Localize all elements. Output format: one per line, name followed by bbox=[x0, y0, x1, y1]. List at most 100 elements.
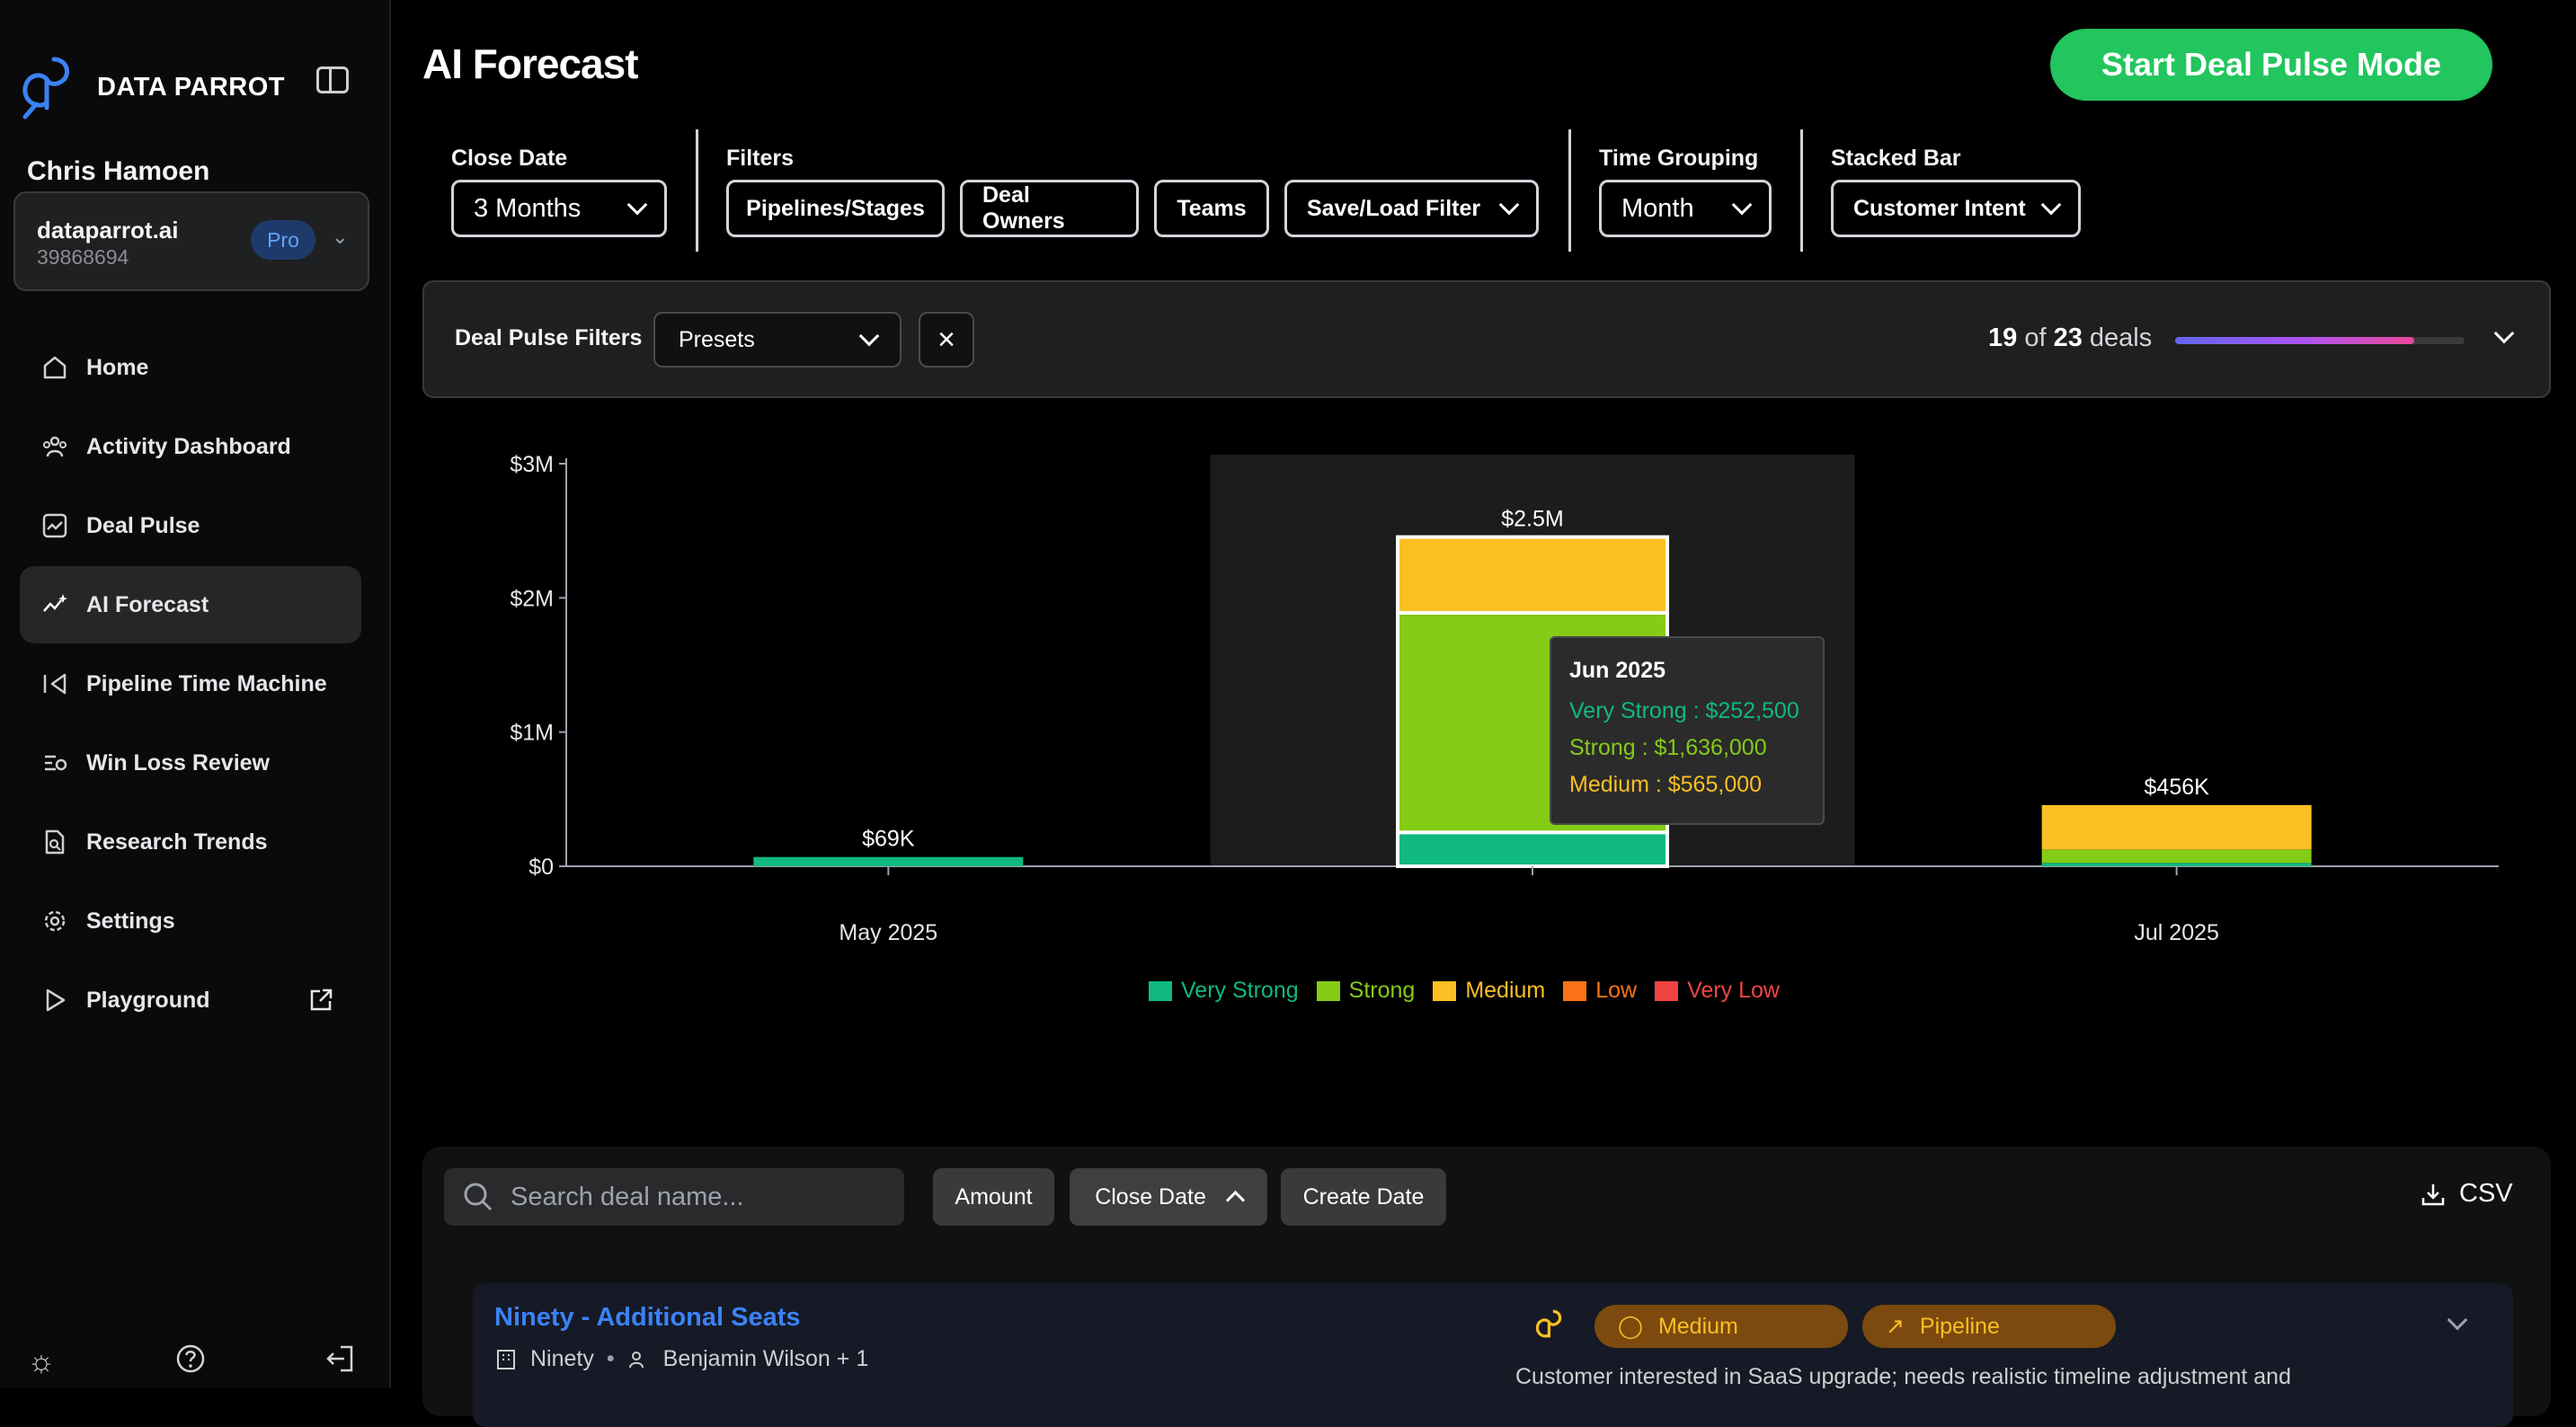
legend-item-very-low[interactable]: Very Low bbox=[1655, 978, 1780, 1004]
start-deal-pulse-button[interactable]: Start Deal Pulse Mode bbox=[2050, 29, 2492, 101]
bar-total-label: $2.5M bbox=[1501, 507, 1563, 532]
deal-count-shown: 19 bbox=[1988, 324, 2018, 352]
chevron-down-icon bbox=[858, 325, 880, 347]
search-input[interactable] bbox=[509, 1181, 890, 1213]
chevron-down-icon bbox=[2493, 323, 2515, 344]
deal-search[interactable] bbox=[444, 1168, 904, 1226]
home-icon bbox=[40, 352, 70, 383]
chart-tooltip: Jun 2025 Very Strong : $252,500 Strong :… bbox=[1550, 636, 1825, 825]
sidebar-item-label: Deal Pulse bbox=[86, 512, 200, 538]
sidebar-item-pipeline-time-machine[interactable]: Pipeline Time Machine bbox=[20, 645, 361, 722]
deal-pulse-filters-label: Deal Pulse Filters bbox=[455, 325, 643, 350]
help-icon[interactable] bbox=[173, 1343, 209, 1379]
presets-select[interactable]: Presets bbox=[653, 312, 902, 368]
plan-badge: Pro bbox=[251, 220, 315, 260]
sort-create-date-button[interactable]: Create Date bbox=[1281, 1168, 1446, 1226]
play-icon bbox=[40, 985, 70, 1015]
legend-item-medium[interactable]: Medium bbox=[1433, 978, 1545, 1004]
sun-icon[interactable]: ☼ bbox=[23, 1343, 59, 1379]
legend-item-very-strong[interactable]: Very Strong bbox=[1149, 978, 1299, 1004]
page-title: AI Forecast bbox=[422, 40, 639, 87]
deal-owners-button[interactable]: Deal Owners bbox=[960, 180, 1139, 237]
tooltip-title: Jun 2025 bbox=[1569, 658, 1666, 683]
sparkle-chart-icon bbox=[40, 589, 70, 620]
time-grouping-value: Month bbox=[1621, 193, 1694, 223]
csv-export-button[interactable]: CSV bbox=[2420, 1179, 2513, 1209]
sidebar-item-home[interactable]: Home bbox=[20, 329, 361, 406]
close-date-select[interactable]: 3 Months bbox=[451, 180, 667, 237]
org-id: 39868694 bbox=[37, 245, 129, 269]
expand-filters-button[interactable] bbox=[2493, 323, 2515, 345]
sidebar-item-playground[interactable]: Playground bbox=[20, 962, 361, 1039]
org-switcher[interactable]: dataparrot.ai 39868694 Pro ⌄ bbox=[13, 191, 369, 291]
brand-logo[interactable]: DATA PARROT bbox=[18, 54, 285, 120]
stage-badge[interactable]: ↗ Pipeline bbox=[1862, 1305, 2116, 1348]
legend-swatch bbox=[1433, 980, 1457, 1001]
deal-meta: Ninety • Benjamin Wilson + 1 bbox=[494, 1346, 868, 1372]
legend-label: Very Strong bbox=[1181, 978, 1299, 1003]
expand-deal-button[interactable] bbox=[2447, 1309, 2468, 1332]
sidebar-item-settings[interactable]: Settings bbox=[20, 882, 361, 960]
tooltip-row-medium: Medium : $565,000 bbox=[1569, 772, 1763, 797]
legend-swatch bbox=[1655, 980, 1679, 1001]
clear-filters-button[interactable]: × bbox=[919, 312, 974, 368]
close-date-value: 3 Months bbox=[474, 193, 582, 223]
legend-item-low[interactable]: Low bbox=[1563, 978, 1637, 1004]
legend-label: Low bbox=[1595, 978, 1638, 1003]
logout-icon[interactable] bbox=[322, 1343, 358, 1379]
deal-count: 19 of 23 deals bbox=[1988, 324, 2152, 353]
rewind-icon bbox=[40, 669, 70, 699]
divider bbox=[1800, 129, 1803, 252]
y-tick-label: $0 bbox=[529, 855, 554, 880]
stacked-bar-label: Stacked Bar bbox=[1831, 146, 1961, 171]
deal-card[interactable]: Ninety - Additional Seats Ninety • Benja… bbox=[473, 1283, 2513, 1427]
sidebar-item-label: Settings bbox=[86, 908, 175, 934]
sort-close-date-button[interactable]: Close Date bbox=[1070, 1168, 1267, 1226]
sidebar-item-deal-pulse[interactable]: Deal Pulse bbox=[20, 487, 361, 564]
sidebar-item-ai-forecast[interactable]: AI Forecast bbox=[20, 566, 361, 643]
gear-icon bbox=[40, 906, 70, 936]
building-icon bbox=[497, 1349, 515, 1369]
deal-summary: Customer interested in SaaS upgrade; nee… bbox=[1515, 1364, 2291, 1389]
tooltip-row-very-strong: Very Strong : $252,500 bbox=[1569, 698, 1799, 723]
tooltip-row-strong: Strong : $1,636,000 bbox=[1569, 735, 1767, 760]
sidebar-collapse-icon[interactable] bbox=[316, 66, 349, 93]
bar-total-label: $456K bbox=[2145, 775, 2210, 800]
deal-title-link[interactable]: Ninety - Additional Seats bbox=[494, 1303, 801, 1333]
y-tick-label: $1M bbox=[510, 721, 554, 746]
chevron-down-icon: ⌄ bbox=[332, 226, 349, 248]
sidebar-item-win-loss-review[interactable]: Win Loss Review bbox=[20, 724, 361, 802]
trend-up-icon: ↗ bbox=[1886, 1314, 1905, 1339]
deal-progress-bar bbox=[2175, 337, 2465, 344]
separator-dot: • bbox=[606, 1346, 615, 1371]
deal-progress-fill bbox=[2175, 337, 2414, 344]
intent-label: Medium bbox=[1657, 1314, 1738, 1339]
sidebar-item-label: AI Forecast bbox=[86, 591, 209, 617]
parrot-logo-icon bbox=[22, 57, 69, 120]
bar-segment-very-strong bbox=[2041, 863, 2312, 866]
sidebar-item-research-trends[interactable]: Research Trends bbox=[20, 803, 361, 881]
x-tick-label: Jul 2025 bbox=[2134, 920, 2219, 944]
filters-label: Filters bbox=[726, 146, 795, 171]
intent-badge[interactable]: ◯ Medium bbox=[1594, 1305, 1848, 1348]
bar-total-label: $69K bbox=[862, 827, 915, 852]
y-tick-label: $3M bbox=[510, 452, 554, 477]
sort-amount-button[interactable]: Amount bbox=[933, 1168, 1054, 1226]
external-link-icon[interactable] bbox=[307, 987, 334, 1018]
stacked-bar-select[interactable]: Customer Intent bbox=[1831, 180, 2081, 237]
bar-segment-very-strong bbox=[753, 856, 1024, 866]
sidebar-item-label: Playground bbox=[86, 987, 210, 1013]
time-grouping-select[interactable]: Month bbox=[1599, 180, 1772, 237]
pipelines-stages-button[interactable]: Pipelines/Stages bbox=[726, 180, 945, 237]
search-icon bbox=[464, 1183, 493, 1211]
legend-item-strong[interactable]: Strong bbox=[1316, 978, 1415, 1004]
legend-swatch bbox=[1563, 980, 1587, 1001]
chevron-down-icon bbox=[1498, 194, 1520, 216]
chevron-down-icon bbox=[2447, 1309, 2468, 1331]
save-load-filter-select[interactable]: Save/Load Filter bbox=[1284, 180, 1539, 237]
deal-pulse-filters-bar: Deal Pulse Filters Presets × 19 of 23 de… bbox=[422, 280, 2551, 398]
bar-segment-medium bbox=[1396, 535, 1669, 615]
sidebar-item-activity-dashboard[interactable]: Activity Dashboard bbox=[20, 408, 361, 485]
teams-button[interactable]: Teams bbox=[1154, 180, 1269, 237]
legend-swatch bbox=[1149, 980, 1172, 1001]
